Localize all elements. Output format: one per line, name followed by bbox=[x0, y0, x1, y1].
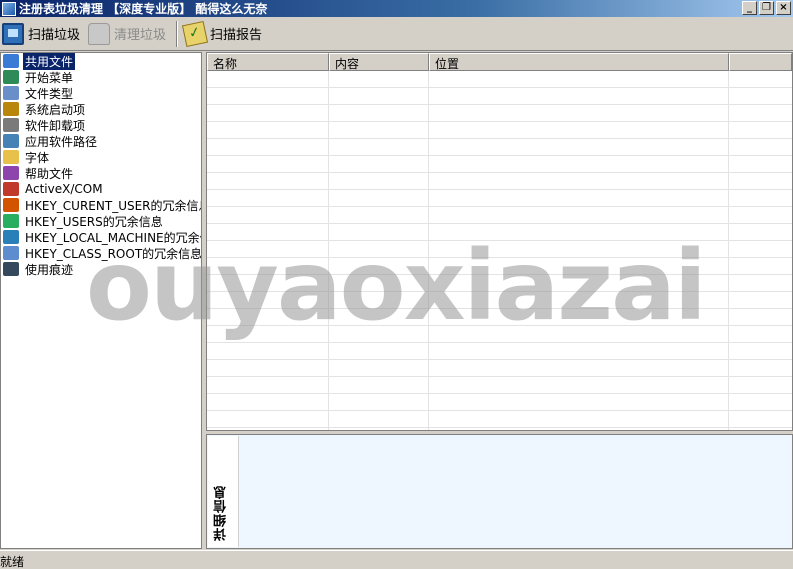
minimize-button[interactable]: _ bbox=[742, 1, 757, 15]
machine-icon bbox=[3, 230, 19, 244]
status-text: 就绪 bbox=[0, 555, 25, 569]
tree-item[interactable]: 系统启动项 bbox=[1, 101, 201, 117]
tree-item-label: 共用文件 bbox=[23, 53, 76, 70]
tree-item-label: 使用痕迹 bbox=[25, 262, 74, 277]
title-bar: 注册表垃圾清理 【深度专业版】 酷得这么无奈 _ ❐ × bbox=[0, 0, 793, 17]
report-button-label: 扫描报告 bbox=[210, 28, 263, 43]
toolbar: 扫描垃圾 清理垃圾 扫描报告 bbox=[0, 17, 793, 51]
help-book-icon bbox=[3, 166, 19, 180]
startup-icon bbox=[3, 102, 19, 116]
list-body[interactable] bbox=[207, 71, 792, 430]
tree-item-label: 文件类型 bbox=[25, 86, 74, 101]
column-extra[interactable] bbox=[729, 53, 792, 71]
app-path-icon bbox=[3, 134, 19, 148]
window-title: 注册表垃圾清理 【深度专业版】 酷得这么无奈 bbox=[19, 2, 268, 16]
report-icon bbox=[181, 20, 209, 47]
results-list[interactable]: 名称 内容 位置 bbox=[206, 52, 793, 431]
grid-line bbox=[728, 71, 729, 430]
window-controls: _ ❐ × bbox=[742, 1, 791, 15]
column-content[interactable]: 内容 bbox=[329, 53, 429, 71]
app-icon bbox=[2, 1, 16, 16]
tree-item[interactable]: HKEY_LOCAL_MACHINE的冗余信息 bbox=[1, 229, 201, 245]
tree-item-label: 应用软件路径 bbox=[25, 134, 98, 149]
eraser-icon bbox=[88, 22, 111, 45]
tree-item-label: 开始菜单 bbox=[25, 70, 74, 85]
tree-item-label: HKEY_CURENT_USER的冗余信息 bbox=[25, 198, 202, 213]
close-button[interactable]: × bbox=[776, 1, 791, 15]
clean-button[interactable]: 清理垃圾 bbox=[86, 19, 172, 49]
restore-button[interactable]: ❐ bbox=[759, 1, 774, 15]
tree-item[interactable]: ActiveX/COM bbox=[1, 181, 201, 197]
tree-item[interactable]: HKEY_CURENT_USER的冗余信息 bbox=[1, 197, 201, 213]
tree-item-label: 帮助文件 bbox=[25, 166, 74, 181]
tree-item-label: ActiveX/COM bbox=[25, 182, 103, 196]
tree-item[interactable]: 开始菜单 bbox=[1, 69, 201, 85]
tree-item-label: 软件卸载项 bbox=[25, 118, 86, 133]
tree-item-label: 字体 bbox=[25, 150, 50, 165]
activex-icon bbox=[3, 182, 19, 196]
tree-item-label: HKEY_USERS的冗余信息 bbox=[25, 214, 163, 229]
grid-line bbox=[428, 71, 429, 430]
tree-item[interactable]: HKEY_USERS的冗余信息 bbox=[1, 213, 201, 229]
tree-item[interactable]: 共用文件 bbox=[1, 53, 201, 70]
start-menu-icon bbox=[3, 70, 19, 84]
column-name[interactable]: 名称 bbox=[207, 53, 329, 71]
tree-item-label: HKEY_LOCAL_MACHINE的冗余信息 bbox=[25, 230, 201, 245]
toolbar-separator bbox=[176, 20, 179, 47]
user-icon bbox=[3, 198, 19, 212]
tree-item-label: 系统启动项 bbox=[25, 102, 86, 117]
file-type-icon bbox=[3, 86, 19, 100]
scan-button[interactable]: 扫描垃圾 bbox=[0, 19, 86, 49]
list-header: 名称 内容 位置 bbox=[207, 53, 792, 71]
shared-file-icon bbox=[3, 54, 19, 68]
uninstall-icon bbox=[3, 118, 19, 132]
font-folder-icon bbox=[3, 150, 19, 164]
grid-line bbox=[328, 71, 329, 430]
category-tree[interactable]: 共用文件 开始菜单 文件类型 系统启动项 软件卸载项 应用软件路径 字体 帮助文件 Active… bbox=[0, 52, 202, 549]
trace-icon bbox=[3, 262, 19, 276]
tree-item-label: HKEY_CLASS_ROOT的冗余信息 bbox=[25, 246, 202, 261]
status-bar: 就绪 bbox=[0, 550, 793, 569]
report-button[interactable]: 扫描报告 bbox=[181, 19, 268, 49]
tree-item[interactable]: 应用软件路径 bbox=[1, 133, 201, 149]
tree-item[interactable]: HKEY_CLASS_ROOT的冗余信息 bbox=[1, 245, 201, 261]
tree-item[interactable]: 字体 bbox=[1, 149, 201, 165]
detail-tab[interactable]: 详细信息 bbox=[208, 436, 239, 547]
clean-button-label: 清理垃圾 bbox=[114, 28, 167, 43]
tree-item[interactable]: 文件类型 bbox=[1, 85, 201, 101]
monitor-scan-icon bbox=[2, 22, 24, 45]
users-icon bbox=[3, 214, 19, 228]
tree-item[interactable]: 软件卸载项 bbox=[1, 117, 201, 133]
scan-button-label: 扫描垃圾 bbox=[28, 28, 81, 43]
column-location[interactable]: 位置 bbox=[429, 53, 729, 71]
detail-label: 详细信息 bbox=[214, 485, 229, 541]
class-root-icon bbox=[3, 246, 19, 260]
detail-panel: 详细信息 bbox=[206, 434, 793, 549]
tree-item[interactable]: 帮助文件 bbox=[1, 165, 201, 181]
tree-item[interactable]: 使用痕迹 bbox=[1, 261, 201, 277]
